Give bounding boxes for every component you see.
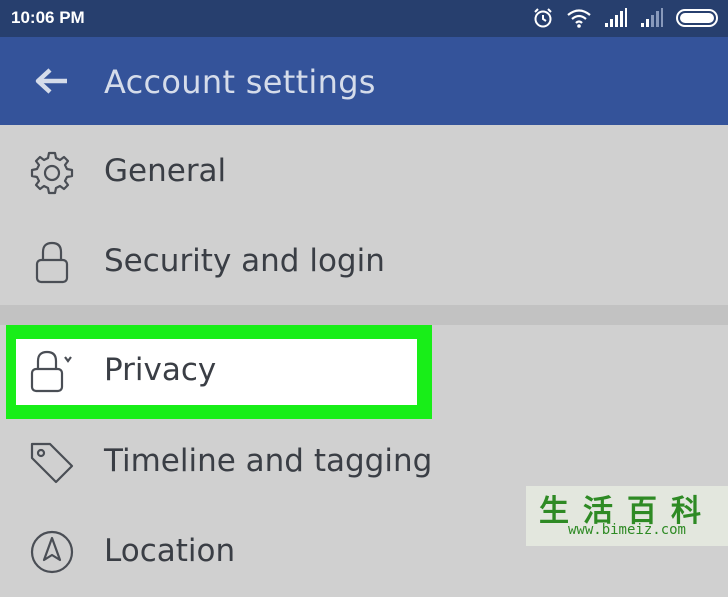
- menu-item-label: Privacy: [104, 352, 217, 388]
- status-bar: 10:06 PM: [0, 0, 728, 37]
- tag-icon: [30, 442, 74, 484]
- battery-icon: [676, 9, 718, 27]
- menu-item-label: General: [104, 153, 227, 189]
- highlight-box: Privacy: [6, 325, 432, 419]
- lock-icon: [35, 241, 69, 284]
- lock-chevron-icon: [30, 350, 72, 393]
- menu-item-label: Security and login: [104, 243, 385, 279]
- status-time: 10:06 PM: [11, 8, 85, 27]
- wifi-icon: [567, 9, 591, 28]
- watermark: 生活百科 www.bimeiz.com: [526, 486, 728, 546]
- alarm-icon: [534, 8, 552, 28]
- back-arrow-icon[interactable]: [34, 67, 70, 95]
- status-icons: [532, 6, 720, 30]
- gear-icon: [30, 151, 74, 195]
- menu-item-security[interactable]: Security and login: [0, 217, 728, 307]
- menu-item-label: Timeline and tagging: [104, 443, 433, 479]
- watermark-url: www.bimeiz.com: [567, 522, 686, 538]
- menu-item-label: Location: [104, 533, 236, 569]
- page-title: Account settings: [104, 63, 376, 101]
- section-divider: [0, 305, 728, 325]
- signal-weak-icon: [641, 8, 663, 27]
- signal-icon: [605, 8, 627, 27]
- menu-item-general[interactable]: General: [0, 127, 728, 217]
- location-icon: [30, 530, 74, 574]
- app-bar: Account settings: [0, 37, 728, 125]
